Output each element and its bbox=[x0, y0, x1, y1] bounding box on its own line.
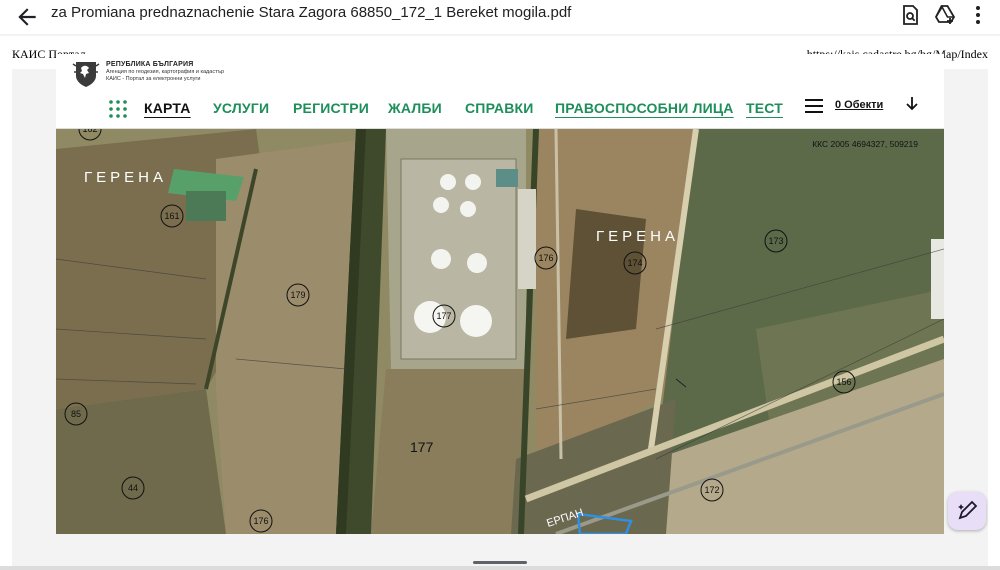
viewer-app-bar: za Promiana prednaznachenie Stara Zagora… bbox=[0, 0, 1000, 34]
hamburger-menu-icon[interactable] bbox=[805, 98, 823, 114]
parcel-number-label: 172 bbox=[704, 485, 719, 495]
logo-portal: КАИС - Портал за електронни услуги bbox=[106, 76, 201, 82]
parcel-number-label: 162 bbox=[82, 129, 97, 134]
drive-add-icon[interactable] bbox=[933, 3, 957, 27]
nav-complaints[interactable]: ЖАЛБИ bbox=[388, 100, 442, 116]
bottom-edge bbox=[0, 566, 1000, 570]
nav-map[interactable]: КАРТА bbox=[144, 100, 191, 116]
objects-counter[interactable]: 0 Обекти bbox=[835, 99, 883, 111]
edit-fab-button[interactable] bbox=[948, 492, 986, 530]
apps-grid-icon[interactable] bbox=[108, 99, 128, 119]
file-title: za Promiana prednaznachenie Stara Zagora… bbox=[51, 4, 572, 21]
download-arrow-icon[interactable] bbox=[904, 95, 920, 113]
parcel-number-label: 177 bbox=[436, 311, 451, 321]
parcel-number-label: 161 bbox=[164, 211, 179, 221]
coat-of-arms-icon bbox=[72, 62, 100, 87]
cadastral-map[interactable]: ККС 2005 4694327, 509219 ГЕРЕНА ГЕРЕНА Е… bbox=[56, 129, 944, 534]
parcel-number-label: 44 bbox=[128, 483, 138, 493]
more-vert-icon[interactable] bbox=[966, 3, 990, 27]
map-labels-layer: ГЕРЕНА ГЕРЕНА ЕРПАН 162 161 179 177 176 174 17… bbox=[64, 129, 856, 533]
parcel-number-label: 176 bbox=[538, 253, 553, 263]
nav-test[interactable]: ТЕСТ bbox=[746, 100, 783, 116]
nav-references[interactable]: СПРАВКИ bbox=[465, 100, 534, 116]
parcel-number-label: 176 bbox=[253, 516, 268, 526]
nav-licensed-persons[interactable]: ПРАВОСПОСОБНИ ЛИЦА bbox=[555, 100, 734, 116]
parcel-number-label: 156 bbox=[836, 377, 851, 387]
parcel-number-label: 85 bbox=[71, 409, 81, 419]
parcel-number-label: 177 bbox=[410, 439, 434, 455]
area-label: ГЕРЕНА bbox=[84, 169, 167, 186]
pencil-sparkle-icon bbox=[958, 500, 978, 520]
nav-registers[interactable]: РЕГИСТРИ bbox=[293, 100, 369, 116]
logo-title: РЕПУБЛИКА БЪЛГАРИЯ bbox=[106, 61, 194, 68]
document-search-icon[interactable] bbox=[898, 3, 922, 27]
kais-portal-page: РЕПУБЛИКА БЪЛГАРИЯ Агенция по геодезия, … bbox=[56, 54, 944, 534]
nav-services[interactable]: УСЛУГИ bbox=[213, 100, 269, 116]
portal-header: РЕПУБЛИКА БЪЛГАРИЯ Агенция по геодезия, … bbox=[56, 54, 944, 129]
back-arrow-icon[interactable] bbox=[14, 4, 40, 30]
logo-agency: Агенция по геодезия, картография и кадас… bbox=[106, 69, 225, 75]
parcel-number-markers: 162 161 179 177 176 174 173 156 85 44 177 172 176 bbox=[64, 129, 856, 533]
scroll-handle[interactable] bbox=[473, 561, 527, 564]
parcel-number-label: 174 bbox=[627, 258, 642, 268]
parcel-number-label: 179 bbox=[290, 290, 305, 300]
road-label: ЕРПАН bbox=[545, 507, 585, 530]
area-label: ГЕРЕНА bbox=[596, 228, 679, 245]
parcel-number-label: 173 bbox=[768, 236, 783, 246]
